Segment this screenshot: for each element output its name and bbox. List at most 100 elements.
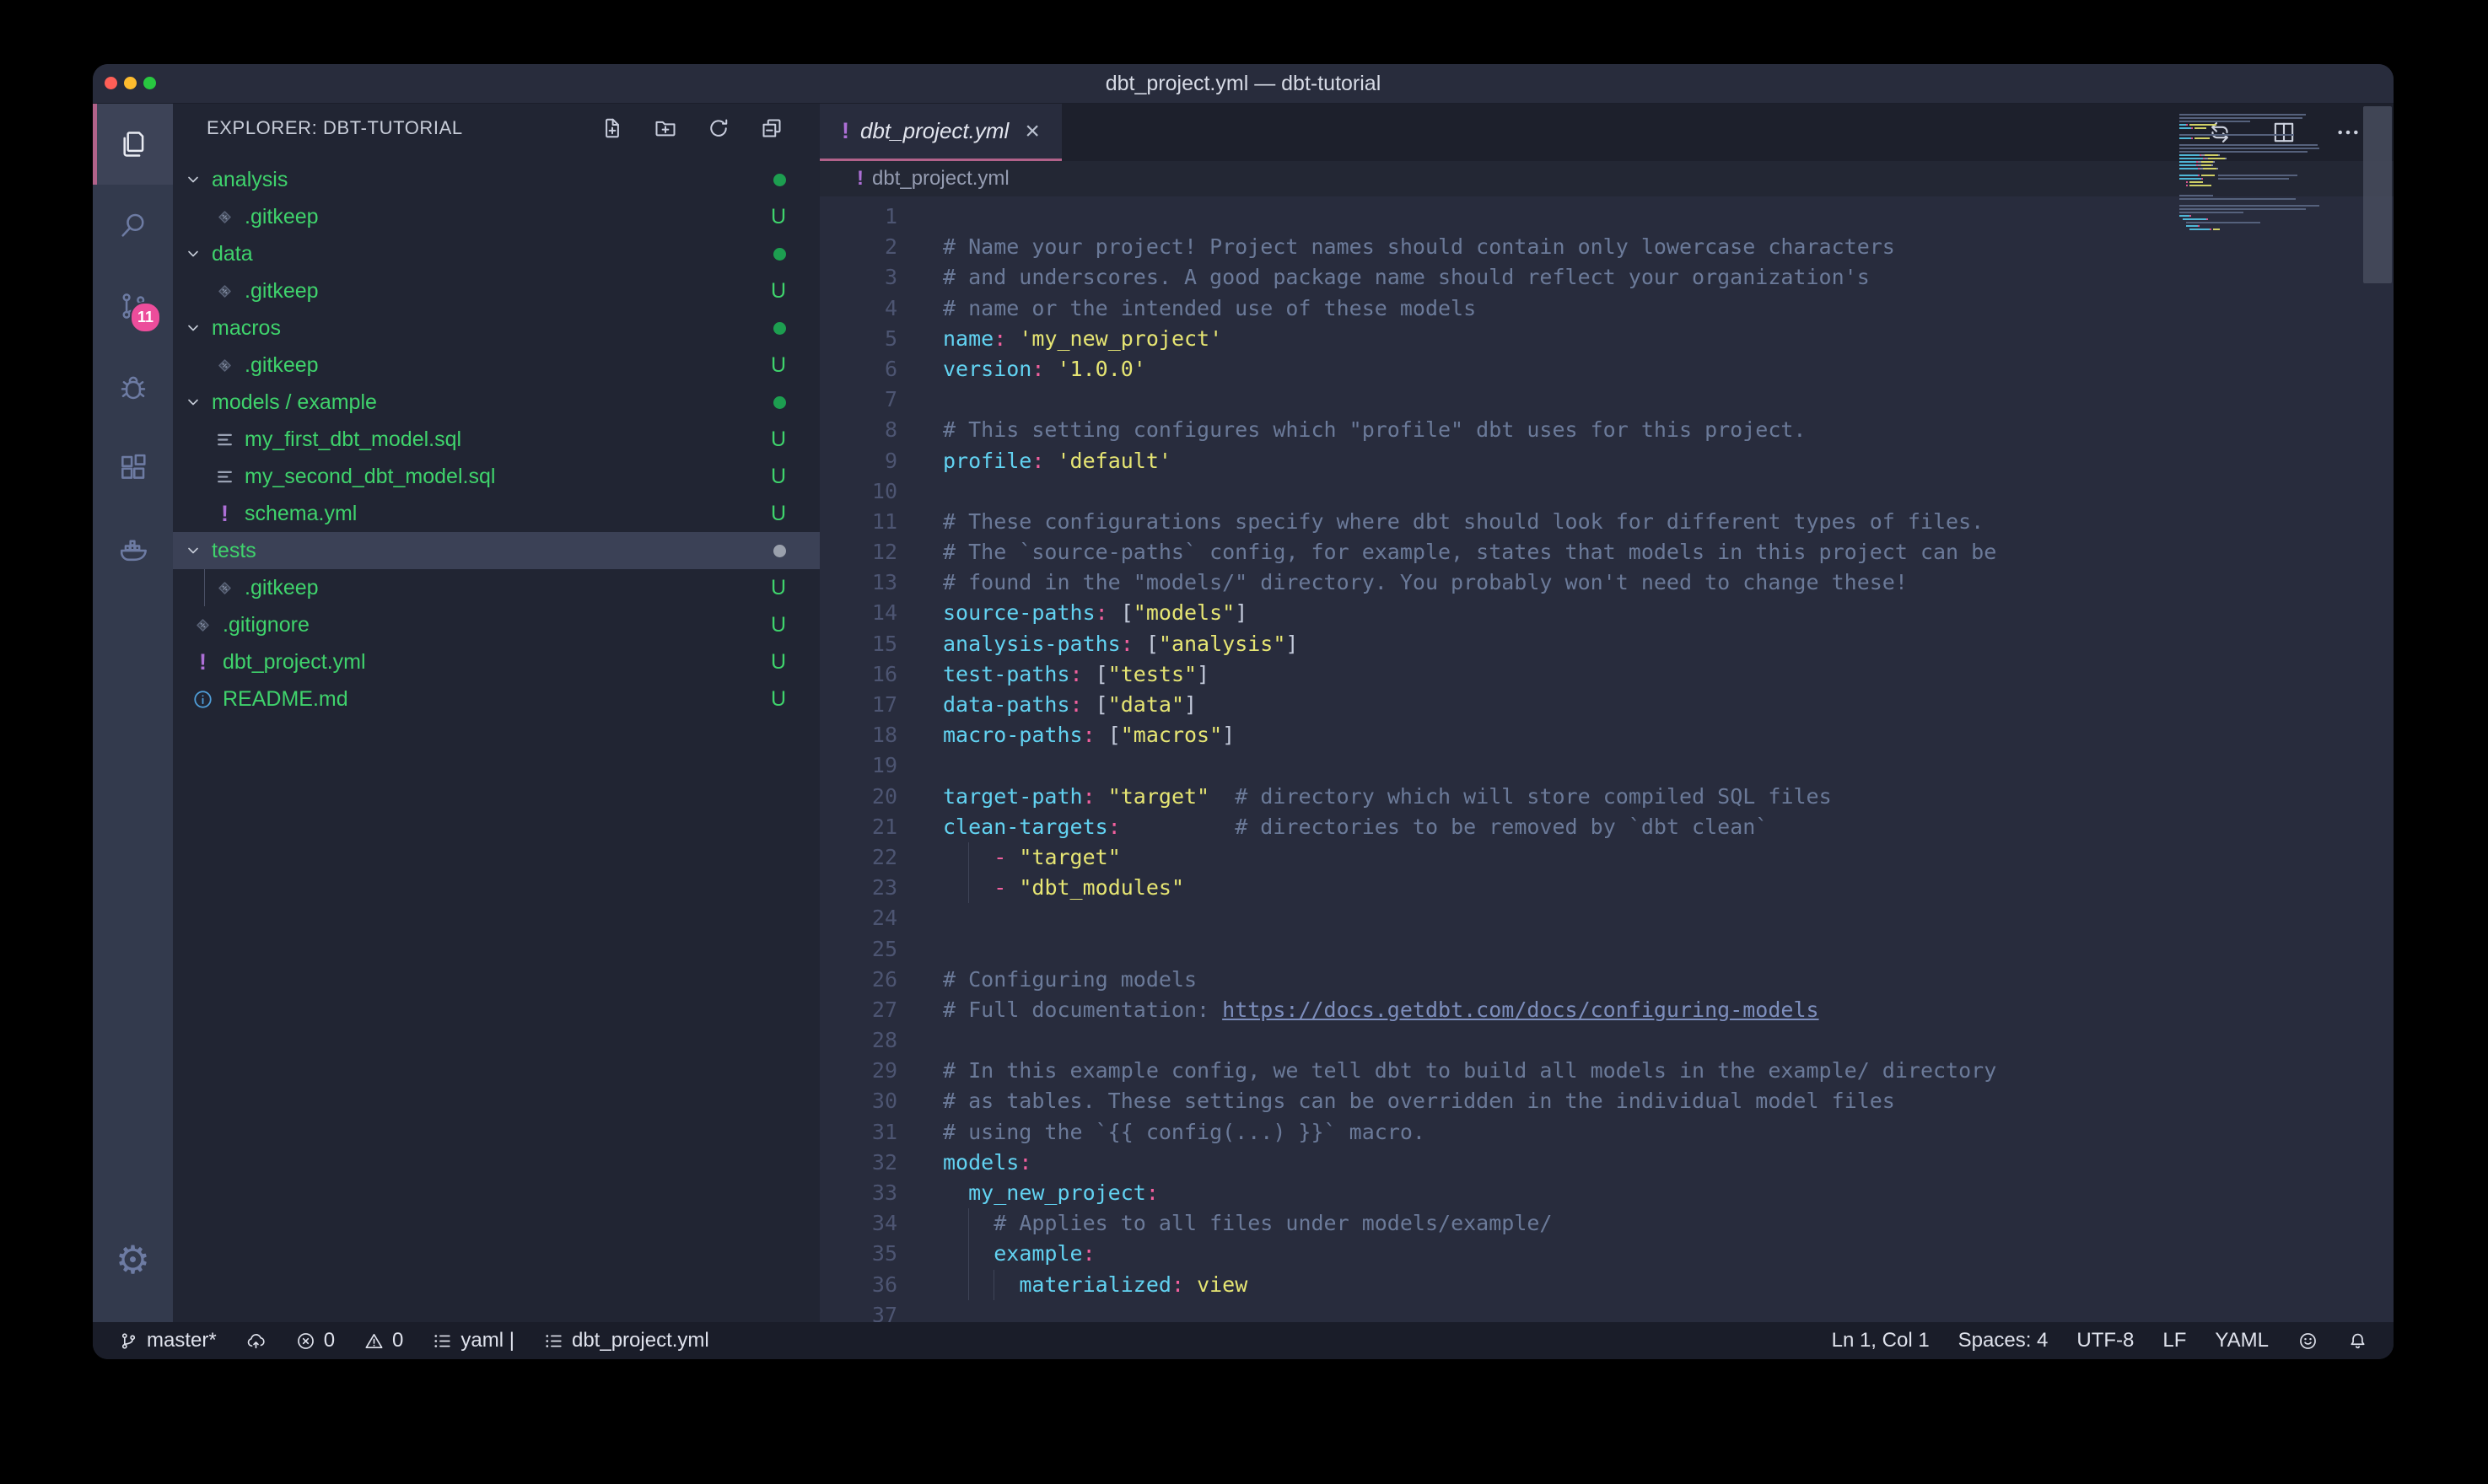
activity-item-docker[interactable] [93, 508, 173, 589]
code-line-31[interactable]: 31# using the `{{ config(...) }}` macro. [820, 1117, 2394, 1148]
code-line-29[interactable]: 29# In this example config, we tell dbt … [820, 1056, 2394, 1086]
line-number: 28 [820, 1025, 897, 1056]
code-editor[interactable]: 12# Name your project! Project names sho… [820, 196, 2394, 1322]
new-folder-button[interactable] [653, 116, 678, 141]
code-line-3[interactable]: 3# and underscores. A good package name … [820, 262, 2394, 293]
git-status [773, 545, 786, 557]
editor-scrollbar-thumb[interactable] [2363, 106, 2392, 283]
status-feedback[interactable] [2297, 1331, 2318, 1352]
tree-item-data[interactable]: data [173, 235, 820, 272]
code-line-37[interactable]: 37 [820, 1300, 2394, 1322]
activity-item-extensions[interactable] [93, 427, 173, 508]
code-line-35[interactable]: 35 example: [820, 1239, 2394, 1269]
code-line-23[interactable]: 23 - "dbt_modules" [820, 873, 2394, 903]
tree-item-analysis[interactable]: analysis [173, 161, 820, 198]
code-line-24[interactable]: 24 [820, 903, 2394, 933]
status-yaml-outline[interactable]: yaml | [432, 1329, 514, 1352]
tree-item-schema-yml[interactable]: !schema.ymlU [173, 495, 820, 532]
code-line-20[interactable]: 20target-path: "target" # directory whic… [820, 782, 2394, 812]
code-line-17[interactable]: 17data-paths: ["data"] [820, 690, 2394, 720]
code-line-4[interactable]: 4# name or the intended use of these mod… [820, 293, 2394, 324]
code-line-8[interactable]: 8# This setting configures which "profil… [820, 415, 2394, 445]
close-window-button[interactable] [105, 77, 117, 89]
code-line-12[interactable]: 12# The `source-paths` config, for examp… [820, 537, 2394, 567]
breadcrumb[interactable]: ! dbt_project.yml [820, 161, 2394, 196]
git-status: U [771, 353, 786, 378]
new-file-button[interactable] [600, 116, 625, 141]
status-publish-changes[interactable] [245, 1331, 267, 1352]
status-errors-label: 0 [324, 1329, 335, 1352]
code-line-18[interactable]: 18macro-paths: ["macros"] [820, 720, 2394, 750]
code-token [1044, 449, 1057, 473]
status-git-branch[interactable]: master* [118, 1329, 217, 1352]
status-notifications[interactable] [2347, 1331, 2368, 1352]
status-active-file-outline[interactable]: dbt_project.yml [543, 1329, 709, 1352]
code-line-26[interactable]: 26# Configuring models [820, 965, 2394, 995]
code-line-25[interactable]: 25 [820, 934, 2394, 965]
tree-item-my-first-dbt-model-sql[interactable]: my_first_dbt_model.sqlU [173, 421, 820, 458]
tree-item-gitkeep[interactable]: .gitkeepU [173, 347, 820, 384]
tree-item-my-second-dbt-model-sql[interactable]: my_second_dbt_model.sqlU [173, 458, 820, 495]
code-line-19[interactable]: 19 [820, 750, 2394, 781]
minimize-window-button[interactable] [124, 77, 137, 89]
code-line-6[interactable]: 6version: '1.0.0' [820, 354, 2394, 384]
code-line-5[interactable]: 5name: 'my_new_project' [820, 324, 2394, 354]
code-line-1[interactable]: 1 [820, 202, 2394, 232]
tab-dbt-project-yml[interactable]: ! dbt_project.yml × [820, 104, 1062, 161]
code-line-11[interactable]: 11# These configurations specify where d… [820, 507, 2394, 537]
refresh-explorer-button[interactable] [706, 116, 731, 141]
close-tab-icon[interactable]: × [1025, 117, 1040, 146]
tree-item-tests[interactable]: tests [173, 532, 820, 569]
minimap-line [2179, 191, 2358, 193]
code-line-13[interactable]: 13# found in the "models/" directory. Yo… [820, 567, 2394, 598]
code-line-32[interactable]: 32models: [820, 1148, 2394, 1178]
line-number: 34 [820, 1208, 897, 1239]
tree-item-gitkeep[interactable]: .gitkeepU [173, 198, 820, 235]
code-line-22[interactable]: 22 - "target" [820, 842, 2394, 873]
code-line-30[interactable]: 30# as tables. These settings can be ove… [820, 1086, 2394, 1116]
tree-item-gitignore[interactable]: .gitignoreU [173, 606, 820, 643]
tree-item-macros[interactable]: macros [173, 309, 820, 347]
code-line-7[interactable]: 7 [820, 384, 2394, 415]
code-line-2[interactable]: 2# Name your project! Project names shou… [820, 232, 2394, 262]
code-line-10[interactable]: 10 [820, 476, 2394, 507]
zoom-window-button[interactable] [143, 77, 156, 89]
git-status: U [771, 465, 786, 489]
status-eol[interactable]: LF [2162, 1329, 2186, 1352]
status-encoding[interactable]: UTF-8 [2076, 1329, 2134, 1352]
code-link[interactable]: https://docs.getdbt.com/docs/configuring… [1222, 997, 1818, 1022]
code-token: "target" [1019, 845, 1120, 869]
minimap-line [2179, 148, 2358, 149]
titlebar[interactable]: dbt_project.yml — dbt-tutorial [93, 64, 2394, 104]
minimap[interactable] [2179, 110, 2358, 235]
code-line-9[interactable]: 9profile: 'default' [820, 446, 2394, 476]
code-line-28[interactable]: 28 [820, 1025, 2394, 1056]
status-warnings[interactable]: 0 [364, 1329, 403, 1352]
minimap-line [2179, 181, 2358, 183]
code-line-27[interactable]: 27# Full documentation: https://docs.get… [820, 995, 2394, 1025]
code-line-21[interactable]: 21clean-targets: # directories to be rem… [820, 812, 2394, 842]
tree-item-models-example[interactable]: models / example [173, 384, 820, 421]
indent-guide [968, 1239, 969, 1269]
code-line-15[interactable]: 15analysis-paths: ["analysis"] [820, 629, 2394, 659]
tree-item-readme-md[interactable]: README.mdU [173, 680, 820, 718]
activity-item-run-debug[interactable] [93, 347, 173, 427]
activity-item-explorer[interactable] [93, 104, 173, 185]
status-cursor-position[interactable]: Ln 1, Col 1 [1832, 1329, 1930, 1352]
tree-item-dbt-project-yml[interactable]: !dbt_project.ymlU [173, 643, 820, 680]
status-errors[interactable]: 0 [295, 1329, 335, 1352]
code-line-16[interactable]: 16test-paths: ["tests"] [820, 659, 2394, 690]
code-line-34[interactable]: 34 # Applies to all files under models/e… [820, 1208, 2394, 1239]
code-line-14[interactable]: 14source-paths: ["models"] [820, 598, 2394, 628]
activity-item-settings[interactable]: ⚙ [93, 1219, 173, 1300]
breadcrumb-item-filename[interactable]: dbt_project.yml [872, 167, 1010, 191]
status-language-mode[interactable]: YAML [2215, 1329, 2269, 1352]
tree-item-gitkeep[interactable]: .gitkeepU [173, 272, 820, 309]
activity-item-search[interactable] [93, 185, 173, 266]
activity-item-source-control[interactable]: 11 [93, 266, 173, 347]
collapse-folders-button[interactable] [759, 116, 784, 141]
code-line-33[interactable]: 33 my_new_project: [820, 1178, 2394, 1208]
code-line-36[interactable]: 36 materialized: view [820, 1270, 2394, 1300]
status-indentation[interactable]: Spaces: 4 [1958, 1329, 2049, 1352]
tree-item-gitkeep[interactable]: .gitkeepU [173, 569, 820, 606]
